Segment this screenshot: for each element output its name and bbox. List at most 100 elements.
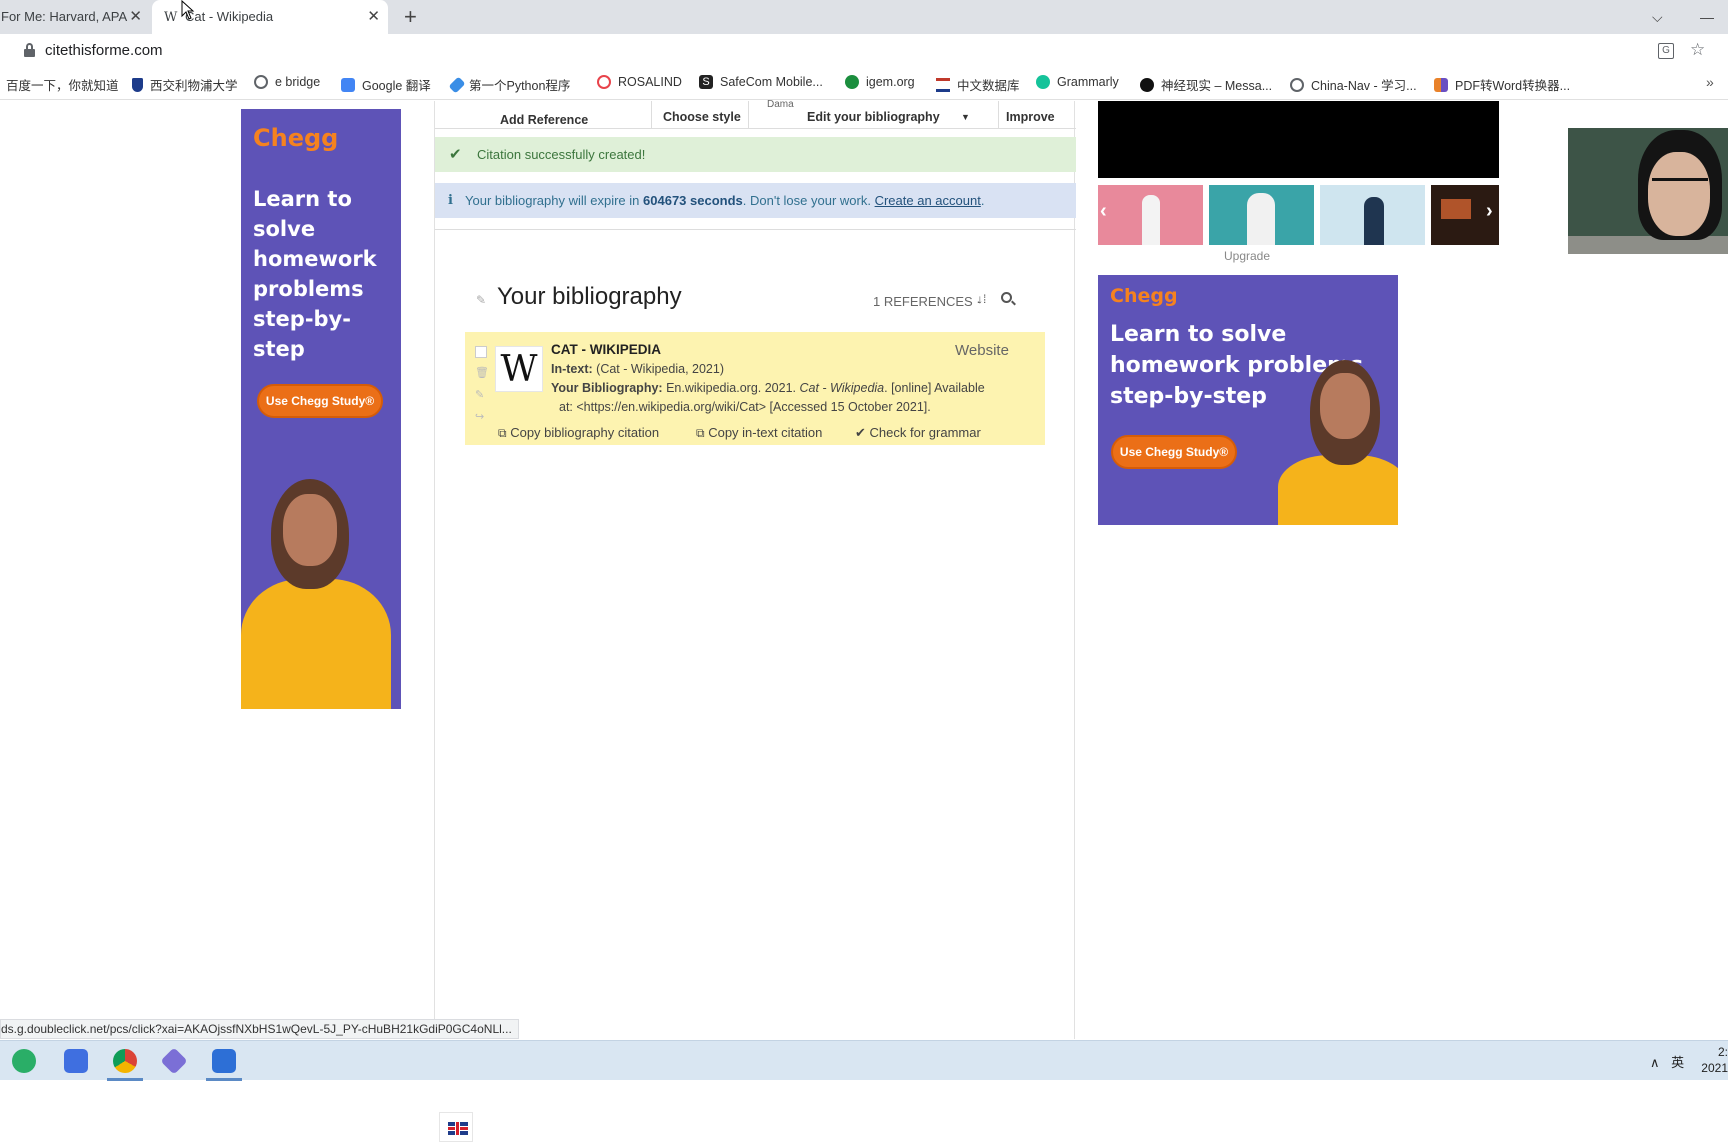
- minimize-window-icon[interactable]: —: [1700, 2, 1714, 32]
- system-clock[interactable]: 2: 2021: [1699, 1044, 1728, 1076]
- bookmark-baidu[interactable]: 百度一下，你就知道: [6, 75, 119, 94]
- sort-az-icon[interactable]: ↓⁞: [977, 292, 986, 306]
- mouse-cursor-icon: [181, 0, 195, 20]
- bookmark-safecom[interactable]: S SafeCom Mobile...: [699, 75, 823, 89]
- ad-headline-line: Learn to solve: [1110, 322, 1287, 347]
- video-player[interactable]: [1098, 101, 1499, 178]
- nav-improve[interactable]: Improve: [1006, 110, 1055, 124]
- bookmark-python[interactable]: 第一个Python程序: [448, 75, 570, 94]
- info-text: .: [980, 193, 985, 208]
- bookmark-pdf-word[interactable]: PDF转Word转换器...: [1434, 75, 1570, 94]
- ime-indicator[interactable]: 英: [1671, 1055, 1684, 1070]
- language-selector[interactable]: [439, 1112, 473, 1142]
- rocket-icon: [448, 76, 466, 93]
- share-arrow-icon[interactable]: ↪: [475, 410, 484, 423]
- tab-close-icon[interactable]: ✕: [129, 0, 142, 34]
- use-chegg-study-button[interactable]: Use Chegg Study®: [1111, 435, 1237, 469]
- tab-close-icon[interactable]: ✕: [367, 0, 380, 34]
- chevron-down-icon[interactable]: ▼: [961, 112, 970, 122]
- create-account-link[interactable]: Create an account: [875, 193, 981, 208]
- webcam-desk: [1568, 236, 1728, 254]
- tab-search-chevron-icon[interactable]: ⌵: [1652, 2, 1663, 32]
- nav-choose-style[interactable]: Choose style: [663, 110, 741, 124]
- chegg-ad-left[interactable]: Chegg Learn to solve homework problems s…: [241, 109, 401, 709]
- video-thumbnail[interactable]: [1098, 185, 1203, 245]
- wechat-icon[interactable]: [12, 1049, 36, 1073]
- reference-checkbox[interactable]: [475, 346, 487, 358]
- chegg-ad-right[interactable]: Chegg Learn to solve homework problems s…: [1098, 275, 1398, 525]
- copy-intext-citation-button[interactable]: ⧉ Copy in-text citation: [696, 425, 822, 441]
- system-tray[interactable]: ∧ 英: [1650, 1052, 1684, 1071]
- translate-icon[interactable]: G: [1658, 43, 1674, 59]
- bibliography-title[interactable]: Your bibliography: [497, 283, 682, 311]
- video-thumbnail[interactable]: [1209, 185, 1314, 245]
- bibliography-citation-line2: at: <https://en.wikipedia.org/wiki/Cat> …: [559, 400, 931, 414]
- grammarly-icon: [1036, 75, 1050, 89]
- copy-icon: ⧉: [696, 426, 705, 440]
- nav-add-reference[interactable]: Add Reference: [500, 113, 588, 127]
- trash-icon[interactable]: 🗑: [475, 366, 489, 379]
- bookmark-e-bridge[interactable]: e bridge: [254, 75, 320, 89]
- ad-headline-line: problems: [253, 277, 364, 301]
- ad-headline-line: solve: [253, 217, 316, 241]
- upgrade-link[interactable]: Upgrade: [1224, 249, 1270, 263]
- bookmark-label: PDF转Word转换器...: [1455, 79, 1571, 93]
- bookmark-star-icon[interactable]: ☆: [1690, 40, 1705, 60]
- bibliography-italic-title: Cat - Wikipedia: [799, 381, 885, 395]
- nav-divider: [998, 101, 999, 129]
- edit-title-pencil-icon[interactable]: ✎: [476, 293, 486, 307]
- carousel-next-arrow-icon[interactable]: ›: [1486, 200, 1493, 223]
- rosalind-icon: [597, 75, 611, 89]
- ad-person-face: [1320, 373, 1370, 439]
- bookmark-neuro[interactable]: 神经现实 – Messa...: [1140, 75, 1272, 94]
- tray-expand-icon[interactable]: ∧: [1650, 1055, 1660, 1070]
- bookmark-google-translate[interactable]: Google 翻译: [341, 75, 431, 94]
- reference-card[interactable]: 🗑 ✎ ↪ W CAT - WIKIPEDIA Website In-text:…: [465, 332, 1045, 445]
- tab-title: Cat - Wikipedia: [185, 9, 274, 24]
- chrome-icon[interactable]: [113, 1049, 137, 1073]
- ad-person-image: [1278, 455, 1398, 525]
- video-thumbnail[interactable]: [1320, 185, 1425, 245]
- ad-headline: Learn to solve homework problems step-by…: [253, 184, 401, 364]
- copy-bibliography-citation-button[interactable]: ⧉ Copy bibliography citation: [498, 425, 659, 441]
- check-grammar-button[interactable]: ✔ Check for grammar: [855, 425, 981, 441]
- bookmark-igem[interactable]: igem.org: [845, 75, 915, 89]
- more-bookmarks-button[interactable]: »: [1706, 74, 1714, 90]
- webcam-glasses: [1652, 178, 1708, 190]
- info-text: Your bibliography will expire in: [465, 193, 640, 208]
- bookmark-xjtlu[interactable]: 西交利物浦大学: [132, 75, 238, 94]
- edit-pencil-icon[interactable]: ✎: [475, 388, 484, 401]
- remote-app-icon[interactable]: [212, 1049, 236, 1073]
- neuro-icon: [1140, 77, 1154, 92]
- pdf-icon: [1434, 77, 1448, 92]
- copy-icon: ⧉: [498, 426, 507, 440]
- new-tab-button[interactable]: +: [404, 2, 417, 32]
- uk-flag-icon: [448, 1122, 468, 1135]
- bookmark-rosalind[interactable]: ROSALIND: [597, 75, 682, 89]
- tab-citethisforme[interactable]: For Me: Harvard, APA ✕: [0, 0, 150, 34]
- nav-edit-bibliography[interactable]: Edit your bibliography: [807, 110, 940, 124]
- tab-title: For Me: Harvard, APA: [1, 9, 128, 24]
- bibliography-panel: ✎ Your bibliography 1 REFERENCES · ↓⁞ 🗑 …: [435, 229, 1076, 1142]
- chegg-logo: Chegg: [253, 124, 339, 152]
- bookmarks-bar: 百度一下，你就知道 西交利物浦大学 e bridge Google 翻译 第一个…: [0, 68, 1728, 100]
- wps-icon[interactable]: [64, 1049, 88, 1073]
- bookmark-label: ROSALIND: [618, 75, 682, 89]
- use-chegg-study-button[interactable]: Use Chegg Study®: [257, 384, 383, 418]
- cube-app-icon[interactable]: [160, 1047, 188, 1075]
- webcam-overlay: [1568, 128, 1728, 254]
- success-message: Citation successfully created!: [477, 147, 646, 162]
- ad-headline-line: Learn to: [253, 187, 352, 211]
- info-message: Your bibliography will expire in 604673 …: [465, 183, 984, 218]
- ad-person-image: [241, 579, 391, 709]
- bookmark-grammarly[interactable]: Grammarly: [1036, 75, 1119, 89]
- nav-divider: [748, 101, 749, 129]
- google-translate-icon: [341, 77, 355, 92]
- bookmark-label: SafeCom Mobile...: [720, 75, 823, 89]
- lock-icon[interactable]: [24, 43, 35, 58]
- bookmark-chinese-database[interactable]: 中文数据库: [936, 75, 1020, 94]
- search-icon[interactable]: [1001, 292, 1012, 303]
- bookmark-china-nav[interactable]: China-Nav - 学习...: [1290, 75, 1417, 94]
- carousel-prev-arrow-icon[interactable]: ‹: [1100, 200, 1107, 223]
- url-field[interactable]: citethisforme.com: [45, 42, 163, 59]
